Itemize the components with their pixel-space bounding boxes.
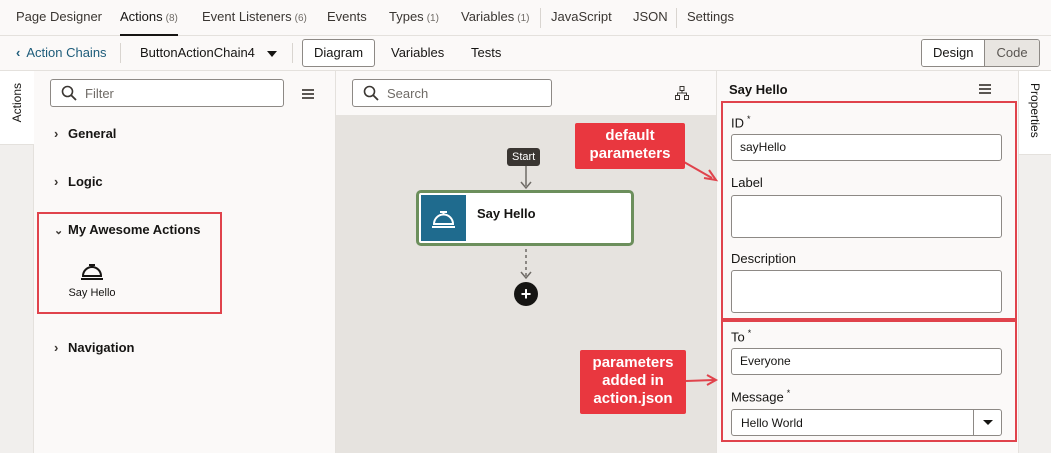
- tab-label: JSON: [633, 9, 668, 24]
- tab-chain-variables[interactable]: Variables: [391, 36, 444, 70]
- tab-label: JavaScript: [551, 9, 612, 24]
- action-chain-toolbar: ‹ Action Chains ButtonActionChain4 Diagra…: [0, 36, 1051, 71]
- chain-name: ButtonActionChain4: [140, 45, 255, 60]
- filter-input[interactable]: [85, 84, 265, 102]
- tab-diagram[interactable]: Diagram: [302, 39, 376, 67]
- filter-field: [50, 79, 284, 107]
- side-tab-label: Properties: [1028, 83, 1042, 138]
- divider: [676, 8, 677, 28]
- section-general[interactable]: › General: [54, 126, 116, 141]
- caret-down-icon: [266, 50, 277, 57]
- section-logic[interactable]: › Logic: [54, 174, 103, 189]
- tab-count: (8): [165, 13, 178, 24]
- tab-label: Tests: [471, 45, 502, 60]
- tab-event-listeners[interactable]: Event Listeners (6): [202, 0, 307, 36]
- tab-json[interactable]: JSON: [633, 0, 668, 36]
- actions-side-tab[interactable]: Actions: [0, 71, 34, 145]
- tab-count: (1): [426, 13, 439, 24]
- properties-menu-icon[interactable]: [979, 84, 991, 94]
- node-icon-tile: [421, 195, 466, 241]
- section-label: Navigation: [68, 340, 135, 355]
- tab-label: Variables: [391, 45, 445, 60]
- design-mode-button[interactable]: Design: [922, 40, 985, 66]
- tab-types[interactable]: Types (1): [389, 0, 439, 36]
- highlight-custom-actions: [37, 212, 222, 314]
- add-action-button[interactable]: +: [514, 282, 538, 306]
- tab-label: Variables: [461, 9, 515, 24]
- divider: [120, 43, 121, 63]
- chevron-left-icon: ‹: [16, 45, 21, 60]
- properties-title: Say Hello: [729, 82, 788, 97]
- chevron-right-icon: ›: [54, 174, 59, 189]
- section-label: Logic: [68, 174, 103, 189]
- right-side-tabs: Properties: [1018, 71, 1051, 453]
- tab-count: (1): [517, 13, 530, 24]
- tab-label: Event Listeners: [202, 9, 292, 24]
- section-label: General: [68, 126, 117, 141]
- side-tab-label: Actions: [10, 83, 24, 123]
- tab-count: (6): [294, 13, 307, 24]
- search-icon: [61, 85, 77, 101]
- tab-events[interactable]: Events: [327, 0, 367, 36]
- chain-selector[interactable]: ButtonActionChain4: [140, 36, 277, 70]
- highlight-added-parameters: [721, 320, 1017, 442]
- design-code-toggle: Design Code: [921, 39, 1040, 67]
- back-to-action-chains-link[interactable]: ‹ Action Chains: [16, 36, 107, 70]
- tab-variables[interactable]: Variables (1): [461, 0, 529, 36]
- chevron-right-icon: ›: [54, 126, 59, 141]
- divider: [292, 43, 293, 63]
- top-tab-bar: Page Designer Actions (8) Event Listeners…: [0, 0, 1051, 36]
- tab-javascript[interactable]: JavaScript: [551, 0, 612, 36]
- tab-tests[interactable]: Tests: [471, 36, 501, 70]
- section-navigation[interactable]: › Navigation: [54, 340, 134, 355]
- tab-settings[interactable]: Settings: [687, 0, 734, 36]
- left-side-tabs: Actions: [0, 71, 34, 453]
- say-hello-node[interactable]: Say Hello: [416, 190, 634, 246]
- service-bell-icon: [432, 211, 455, 228]
- callout-added-parameters: parameters added in action.json: [580, 350, 686, 414]
- highlight-default-parameters: [721, 101, 1017, 320]
- properties-side-tab[interactable]: Properties: [1019, 71, 1051, 155]
- start-badge: Start: [507, 148, 541, 166]
- tab-label: Actions: [120, 9, 163, 24]
- divider: [540, 8, 541, 28]
- tab-page-designer[interactable]: Page Designer: [16, 0, 102, 36]
- code-mode-button[interactable]: Code: [984, 40, 1039, 66]
- palette-menu-icon[interactable]: [302, 89, 314, 99]
- back-link-label: Action Chains: [26, 45, 107, 60]
- tab-actions[interactable]: Actions (8): [120, 0, 178, 36]
- tab-label: Diagram: [314, 45, 364, 60]
- callout-default-parameters: default parameters: [575, 123, 685, 169]
- chevron-right-icon: ›: [54, 340, 59, 355]
- tab-label: Settings: [687, 9, 734, 24]
- tab-label: Events: [327, 9, 367, 24]
- tab-label: Page Designer: [16, 9, 102, 24]
- tab-label: Types: [389, 9, 424, 24]
- node-title: Say Hello: [477, 206, 536, 221]
